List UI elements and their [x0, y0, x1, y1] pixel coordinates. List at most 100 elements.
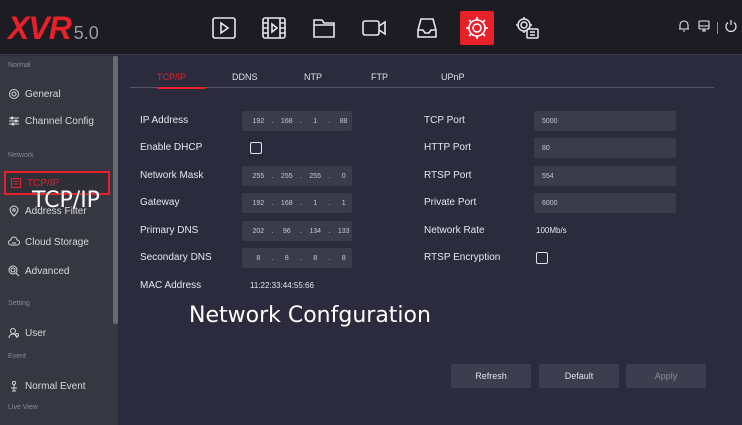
- ip-octet: 96: [282, 227, 291, 235]
- primary-dns-input[interactable]: 202. 96. 134. 133: [242, 221, 352, 241]
- network-configuration-caption: Network Confguration: [189, 303, 431, 328]
- general-icon: [9, 89, 19, 99]
- app-logo: XVR 5.0: [8, 10, 99, 47]
- sidebar-item-channel-config[interactable]: Channel Config: [8, 111, 94, 131]
- ip-octet: 134: [309, 227, 322, 235]
- cloud-storage-icon: [8, 236, 20, 246]
- tab-bar: TCP/IP DDNS NTP FTP UPnP: [130, 72, 714, 89]
- ip-octet: 8: [313, 254, 318, 262]
- sidebar-item-advanced[interactable]: Advanced: [8, 261, 69, 281]
- rtsp-encryption-checkbox[interactable]: [536, 252, 548, 264]
- sidebar-item-label: Normal Event: [25, 380, 86, 392]
- ip-dot: .: [300, 172, 302, 180]
- divider: [717, 22, 718, 34]
- ip-dot: .: [300, 199, 302, 207]
- ip-octet: 168: [280, 117, 293, 125]
- ip-dot: .: [328, 254, 331, 262]
- rtsp-port-label: RTSP Port: [424, 170, 472, 181]
- tcpip-caption: TCP/IP: [32, 188, 100, 213]
- ip-dot: .: [300, 227, 302, 235]
- bell-icon[interactable]: [677, 19, 691, 38]
- ip-dot: .: [271, 254, 274, 262]
- ip-octet: 8: [341, 254, 346, 262]
- settings-gear-icon[interactable]: [460, 11, 494, 45]
- sidebar-section-live-view: Live View: [8, 404, 38, 411]
- private-port-input[interactable]: 6000: [534, 193, 676, 213]
- apply-button[interactable]: Apply: [626, 364, 706, 388]
- network-mask-label: Network Mask: [140, 170, 204, 181]
- sidebar-item-normal-event[interactable]: Normal Event: [8, 376, 86, 396]
- tab-ddns[interactable]: DDNS: [232, 72, 258, 82]
- sidebar-section-normal: Normal: [8, 62, 31, 69]
- ip-dot: .: [328, 172, 331, 180]
- ip-dot: .: [271, 227, 274, 235]
- ip-dot: .: [300, 117, 302, 125]
- ip-octet: 1: [313, 117, 318, 125]
- tab-upnp[interactable]: UPnP: [441, 72, 465, 82]
- ip-octet: 8: [256, 254, 261, 262]
- system-config-icon[interactable]: [510, 11, 544, 45]
- user-icon: [8, 328, 19, 339]
- sidebar-section-event: Event: [8, 353, 26, 360]
- rtsp-port-input[interactable]: 554: [534, 166, 676, 186]
- storage-icon[interactable]: [410, 11, 444, 45]
- main-panel: TCP/IP DDNS NTP FTP UPnP IP Address 192.…: [118, 56, 742, 425]
- logo-version: 5.0: [73, 23, 99, 43]
- http-port-input[interactable]: 80: [534, 138, 676, 158]
- sidebar-section-setting: Setting: [8, 300, 30, 307]
- refresh-button[interactable]: Refresh: [451, 364, 531, 388]
- enable-dhcp-label: Enable DHCP: [140, 142, 203, 153]
- tab-tcpip[interactable]: TCP/IP: [157, 72, 186, 82]
- ip-octet: 255: [252, 172, 265, 180]
- mac-address-value: 11:22:33:44:55:66: [250, 281, 314, 290]
- gateway-label: Gateway: [140, 197, 180, 208]
- ip-dot: .: [328, 117, 331, 125]
- ip-octet: 192: [252, 199, 265, 207]
- video-clip-icon[interactable]: [257, 11, 291, 45]
- camera-icon[interactable]: [357, 11, 391, 45]
- ip-octet: 133: [337, 227, 350, 235]
- advanced-icon: [8, 265, 20, 277]
- http-port-label: HTTP Port: [424, 142, 472, 153]
- private-port-label: Private Port: [424, 197, 477, 208]
- sidebar-item-cloud-storage[interactable]: Cloud Storage: [8, 232, 89, 252]
- sidebar-item-user[interactable]: User: [8, 323, 46, 343]
- gateway-input[interactable]: 192. 168. 1. 1: [242, 193, 352, 213]
- ip-octet: 202: [252, 227, 265, 235]
- ip-address-label: IP Address: [140, 115, 189, 126]
- enable-dhcp-checkbox[interactable]: [250, 142, 262, 154]
- active-tab-underline: [157, 87, 205, 89]
- ip-dot: .: [271, 172, 274, 180]
- ip-octet: 8: [284, 254, 289, 262]
- ip-dot: .: [328, 199, 331, 207]
- sidebar-item-label: User: [25, 327, 47, 339]
- power-icon[interactable]: [724, 19, 738, 38]
- network-mask-input[interactable]: 255. 255. 255. 0: [242, 166, 352, 186]
- ip-dot: .: [271, 199, 274, 207]
- ip-octet: 0: [341, 172, 346, 180]
- default-button[interactable]: Default: [539, 364, 619, 388]
- folder-icon[interactable]: [307, 11, 341, 45]
- secondary-dns-label: Secondary DNS: [140, 252, 212, 263]
- primary-dns-label: Primary DNS: [140, 225, 199, 236]
- ip-dot: .: [300, 254, 302, 262]
- rtsp-encryption-label: RTSP Encryption: [424, 252, 501, 263]
- top-bar: XVR 5.0: [0, 0, 742, 55]
- tab-ntp[interactable]: NTP: [304, 72, 322, 82]
- network-icon[interactable]: [697, 19, 711, 38]
- network-rate-label: Network Rate: [424, 225, 485, 236]
- sidebar-item-label: Advanced: [25, 265, 70, 277]
- ip-dot: .: [271, 117, 274, 125]
- sidebar-item-label: General: [25, 88, 61, 100]
- tcp-port-label: TCP Port: [424, 115, 465, 126]
- sidebar-item-label: Cloud Storage: [25, 236, 89, 248]
- playback-icon[interactable]: [207, 11, 241, 45]
- tcp-port-input[interactable]: 5000: [534, 111, 676, 131]
- ip-dot: .: [328, 227, 331, 235]
- secondary-dns-input[interactable]: 8. 8. 8. 8: [242, 248, 352, 268]
- tab-ftp[interactable]: FTP: [371, 72, 388, 82]
- ip-address-input[interactable]: 192. 168. 1. 88: [242, 111, 352, 131]
- address-filter-icon: [9, 205, 19, 217]
- logo-brand: XVR: [8, 10, 72, 46]
- sidebar-item-general[interactable]: General: [8, 84, 61, 104]
